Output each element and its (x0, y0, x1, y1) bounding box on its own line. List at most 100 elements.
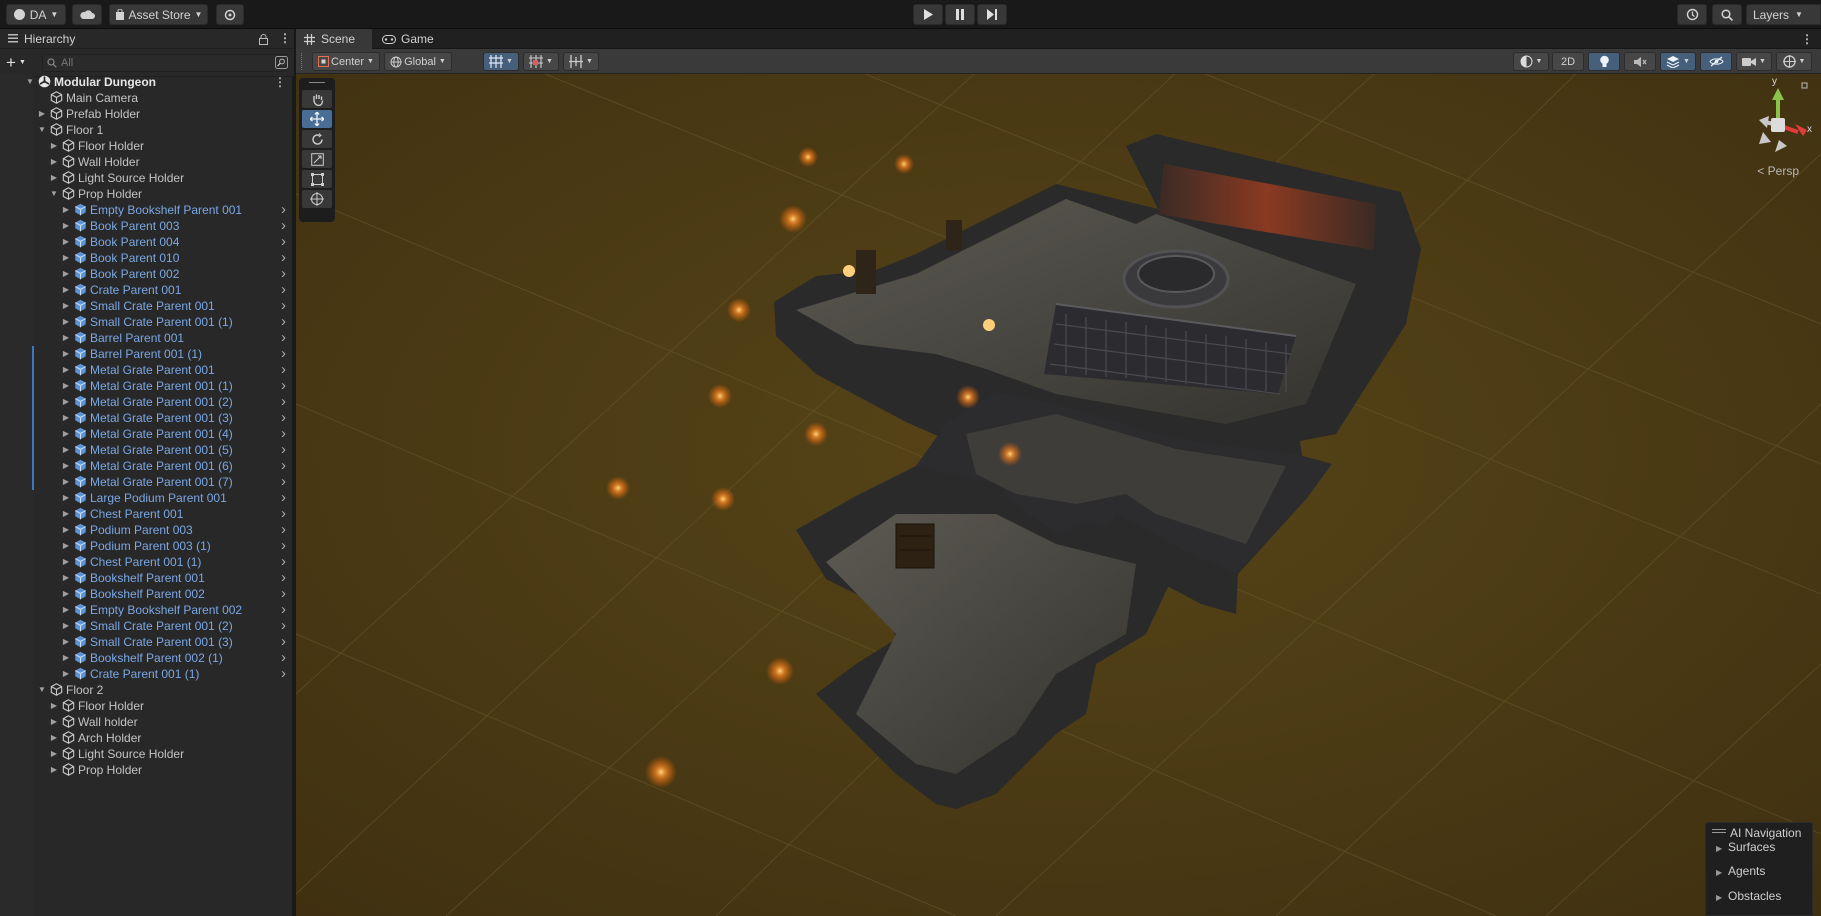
settings-button[interactable] (216, 4, 244, 25)
open-prefab-chevron-icon[interactable]: › (281, 554, 286, 570)
expand-closed-icon[interactable]: ▶ (61, 474, 71, 490)
space-global-dropdown[interactable]: Global ▼ (384, 52, 452, 71)
palette-drag-handle[interactable] (309, 82, 325, 83)
ai-nav-surfaces[interactable]: Surfaces (1728, 840, 1775, 854)
open-prefab-chevron-icon[interactable]: › (281, 666, 286, 682)
open-prefab-chevron-icon[interactable]: › (281, 426, 286, 442)
expand-closed-icon[interactable]: ▶ (61, 506, 71, 522)
expand-closed-icon[interactable]: ▶ (49, 138, 59, 154)
hierarchy-row[interactable]: ▶ Metal Grate Parent 001 (6) › (0, 458, 292, 474)
scene-visibility-toggle[interactable] (1700, 52, 1732, 71)
expand-closed-icon[interactable]: ▶ (61, 234, 71, 250)
open-prefab-chevron-icon[interactable]: › (281, 490, 286, 506)
rotate-tool-button[interactable] (302, 130, 332, 148)
orientation-gizmo[interactable]: y x (1743, 76, 1813, 160)
hierarchy-row[interactable]: ▶ Book Parent 003 › (0, 218, 292, 234)
open-prefab-chevron-icon[interactable]: › (281, 586, 286, 602)
expand-closed-icon[interactable]: ▶ (61, 346, 71, 362)
hierarchy-row[interactable]: ▶ Metal Grate Parent 001 (5) › (0, 442, 292, 458)
expand-closed-icon[interactable]: ▶ (61, 538, 71, 554)
drag-handle-icon[interactable] (301, 53, 303, 70)
hierarchy-row[interactable]: ▶ Crate Parent 001 › (0, 282, 292, 298)
hierarchy-row[interactable]: ▶ Bookshelf Parent 002 › (0, 586, 292, 602)
open-prefab-chevron-icon[interactable]: › (281, 362, 286, 378)
expand-closed-icon[interactable]: ▶ (61, 426, 71, 442)
rect-tool-button[interactable] (302, 170, 332, 188)
more-options-icon[interactable]: ⋮ (274, 74, 286, 90)
hierarchy-row[interactable]: ▼ Prop Holder (0, 186, 292, 202)
expand-closed-icon[interactable]: ▶ (49, 714, 59, 730)
expand-closed-icon[interactable]: ▶ (61, 362, 71, 378)
more-options-icon[interactable]: ⋮ (1801, 32, 1813, 46)
surfaces-expand-icon[interactable]: ▶ (1716, 844, 1722, 853)
lock-icon[interactable] (259, 34, 268, 45)
open-prefab-chevron-icon[interactable]: › (281, 394, 286, 410)
hierarchy-row[interactable]: ▶ Bookshelf Parent 002 (1) › (0, 650, 292, 666)
expand-closed-icon[interactable]: ▶ (61, 650, 71, 666)
hierarchy-row[interactable]: ▶ Podium Parent 003 › (0, 522, 292, 538)
agents-expand-icon[interactable]: ▶ (1716, 868, 1722, 877)
hierarchy-row[interactable]: ▶ Metal Grate Parent 001 › (0, 362, 292, 378)
expand-closed-icon[interactable]: ▶ (61, 298, 71, 314)
expand-open-icon[interactable]: ▼ (37, 122, 47, 138)
hierarchy-row[interactable]: ▶ Light Source Holder (0, 170, 292, 186)
search-options-icon[interactable] (275, 56, 288, 69)
more-options-icon[interactable]: ⋮ (279, 31, 291, 45)
open-prefab-chevron-icon[interactable]: › (281, 218, 286, 234)
tab-scene[interactable]: Scene (296, 29, 372, 49)
hierarchy-row[interactable]: ▶ Small Crate Parent 001 (3) › (0, 634, 292, 650)
expand-closed-icon[interactable]: ▶ (61, 202, 71, 218)
layers-dropdown[interactable]: Layers ▼ (1746, 4, 1821, 25)
hierarchy-row[interactable]: ▶ Small Crate Parent 001 › (0, 298, 292, 314)
hierarchy-row[interactable]: ▶ Bookshelf Parent 001 › (0, 570, 292, 586)
open-prefab-chevron-icon[interactable]: › (281, 346, 286, 362)
open-prefab-chevron-icon[interactable]: › (281, 298, 286, 314)
hierarchy-row[interactable]: ▶ Small Crate Parent 001 (2) › (0, 618, 292, 634)
play-button[interactable] (913, 4, 943, 25)
hierarchy-search-input[interactable]: All (42, 54, 288, 72)
hierarchy-row[interactable]: Main Camera (0, 90, 292, 106)
open-prefab-chevron-icon[interactable]: › (281, 650, 286, 666)
open-prefab-chevron-icon[interactable]: › (281, 410, 286, 426)
overlay-drag-handle[interactable] (1712, 829, 1726, 830)
hierarchy-row[interactable]: ▶ Wall Holder (0, 154, 292, 170)
increment-snap-dropdown[interactable]: ▼ (523, 52, 559, 71)
projection-toggle[interactable]: < Persp (1757, 164, 1799, 178)
expand-closed-icon[interactable]: ▶ (49, 746, 59, 762)
move-tool-button[interactable] (302, 110, 332, 128)
hierarchy-row[interactable]: ▶ Prefab Holder (0, 106, 292, 122)
hierarchy-row[interactable]: ▶ Podium Parent 003 (1) › (0, 538, 292, 554)
hierarchy-row[interactable]: ▶ Metal Grate Parent 001 (3) › (0, 410, 292, 426)
cloud-button[interactable] (72, 4, 102, 25)
expand-closed-icon[interactable]: ▶ (49, 762, 59, 778)
hierarchy-row[interactable]: ▶ Metal Grate Parent 001 (7) › (0, 474, 292, 490)
expand-closed-icon[interactable]: ▶ (61, 634, 71, 650)
expand-open-icon[interactable]: ▼ (49, 186, 59, 202)
open-prefab-chevron-icon[interactable]: › (281, 602, 286, 618)
open-prefab-chevron-icon[interactable]: › (281, 282, 286, 298)
expand-closed-icon[interactable]: ▶ (61, 602, 71, 618)
expand-closed-icon[interactable]: ▶ (61, 490, 71, 506)
hierarchy-row[interactable]: ▶ Floor Holder (0, 698, 292, 714)
expand-closed-icon[interactable]: ▶ (61, 554, 71, 570)
hierarchy-row[interactable]: ▼ Floor 1 (0, 122, 292, 138)
pause-button[interactable] (945, 4, 975, 25)
expand-closed-icon[interactable]: ▶ (61, 314, 71, 330)
expand-closed-icon[interactable]: ▶ (61, 586, 71, 602)
create-button[interactable]: + ▼ (6, 52, 34, 72)
hierarchy-row[interactable]: ▶ Chest Parent 001 (1) › (0, 554, 292, 570)
expand-open-icon[interactable]: ▼ (37, 682, 47, 698)
open-prefab-chevron-icon[interactable]: › (281, 618, 286, 634)
hierarchy-row[interactable]: ▶ Small Crate Parent 001 (1) › (0, 314, 292, 330)
expand-closed-icon[interactable]: ▶ (61, 458, 71, 474)
expand-open-icon[interactable]: ▼ (25, 74, 35, 90)
hierarchy-row[interactable]: ▶ Empty Bookshelf Parent 001 › (0, 202, 292, 218)
lighting-toggle[interactable] (1588, 52, 1620, 71)
scale-tool-button[interactable] (302, 150, 332, 168)
search-button[interactable] (1712, 4, 1742, 25)
hand-tool-button[interactable] (302, 90, 332, 108)
expand-closed-icon[interactable]: ▶ (61, 618, 71, 634)
expand-closed-icon[interactable]: ▶ (61, 394, 71, 410)
expand-closed-icon[interactable]: ▶ (49, 170, 59, 186)
open-prefab-chevron-icon[interactable]: › (281, 634, 286, 650)
